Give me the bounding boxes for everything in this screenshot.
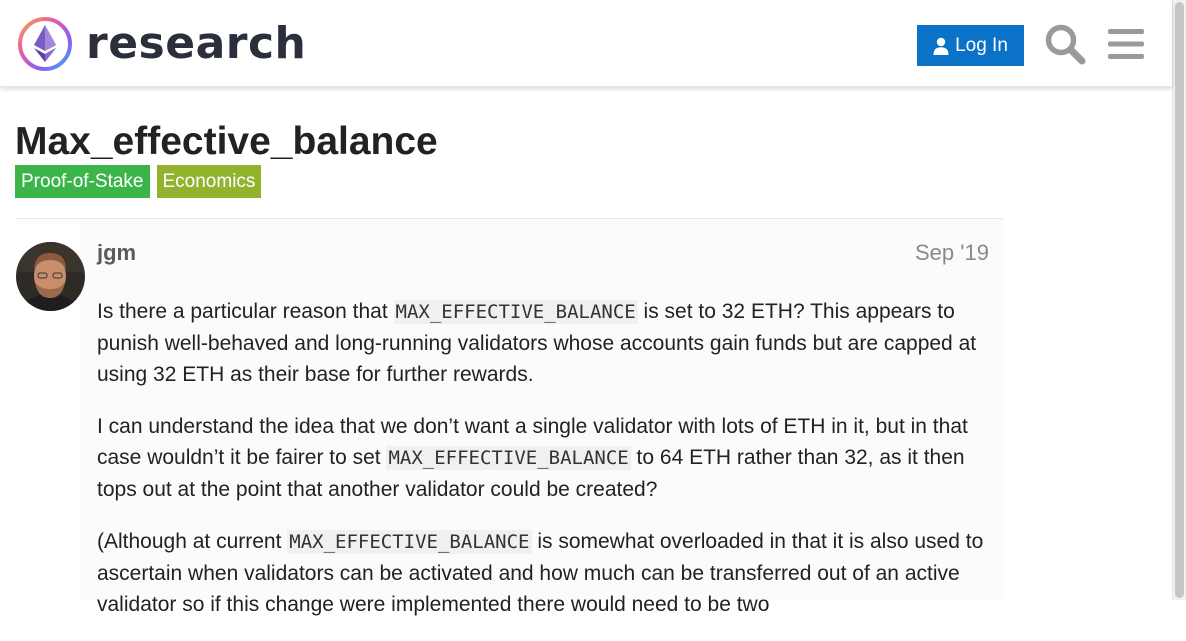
post-text: Is there a particular reason that <box>97 300 394 323</box>
hamburger-menu-button[interactable] <box>1106 24 1146 64</box>
avatar[interactable] <box>16 242 85 311</box>
post-author-username[interactable]: jgm <box>97 240 136 266</box>
login-button-label: Log In <box>955 34 1008 56</box>
topic-tags: Proof-of-Stake Economics <box>15 165 262 198</box>
site-logo-text: research <box>86 18 307 69</box>
hamburger-menu-icon <box>1108 29 1144 59</box>
login-button[interactable]: Log In <box>917 25 1024 66</box>
post-content: Is there a particular reason that MAX_EF… <box>97 296 997 641</box>
inline-code: MAX_EFFECTIVE_BALANCE <box>287 530 532 554</box>
page-scrollbar[interactable] <box>1172 0 1186 600</box>
inline-code: MAX_EFFECTIVE_BALANCE <box>386 446 631 470</box>
user-icon <box>933 37 949 55</box>
topic-title[interactable]: Max_effective_balance <box>15 119 438 165</box>
scrollbar-thumb[interactable] <box>1175 2 1184 598</box>
inline-code: MAX_EFFECTIVE_BALANCE <box>393 300 638 324</box>
post-paragraph-1: Is there a particular reason that MAX_EF… <box>97 296 997 390</box>
search-button[interactable] <box>1043 22 1087 66</box>
post-text: (Although at current <box>97 530 288 553</box>
ethereum-logo-icon <box>18 17 72 71</box>
site-header: research Log In <box>0 0 1172 87</box>
user-avatar-icon <box>16 242 85 311</box>
site-logo[interactable]: research <box>16 14 306 74</box>
post-paragraph-2: I can understand the idea that we don’t … <box>97 411 997 505</box>
tag-proof-of-stake[interactable]: Proof-of-Stake <box>15 165 150 198</box>
post-date[interactable]: Sep '19 <box>915 240 989 266</box>
tag-economics[interactable]: Economics <box>156 165 262 198</box>
search-icon <box>1045 24 1086 65</box>
post-paragraph-3: (Although at current MAX_EFFECTIVE_BALAN… <box>97 526 997 620</box>
